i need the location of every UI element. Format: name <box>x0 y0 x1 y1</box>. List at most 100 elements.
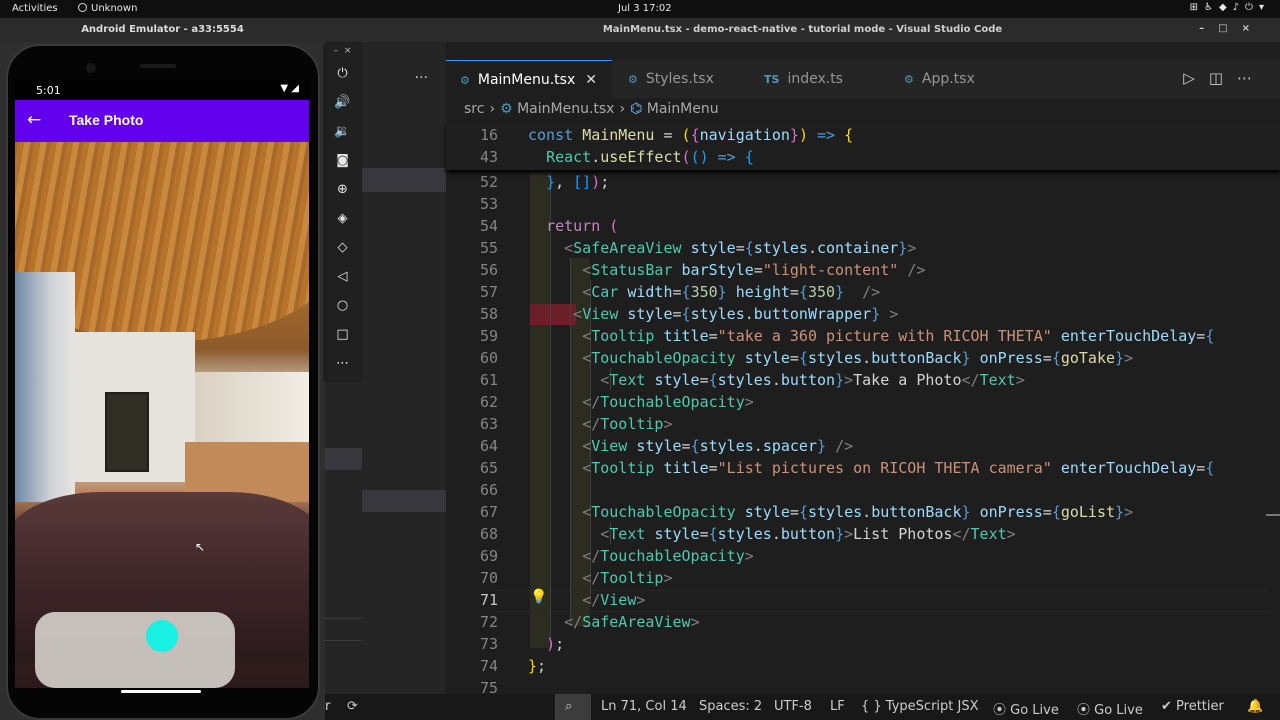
code-line: 61 <Text style={styles.button}>Take a Ph… <box>446 369 1280 391</box>
app-menu[interactable]: Unknown <box>78 3 137 14</box>
network-icon: ⊞ <box>1189 2 1204 13</box>
breadcrumb-symbol[interactable]: MainMenu <box>647 101 719 117</box>
rotate-left-icon[interactable]: ◈ <box>323 211 362 226</box>
line-number: 54 <box>479 217 498 235</box>
line-ending[interactable]: LF <box>830 699 845 714</box>
line-number: 67 <box>479 503 498 521</box>
overview-ruler[interactable] <box>1266 170 1280 694</box>
window-wall <box>15 272 75 502</box>
code-line: 54 return ( <box>446 215 1280 237</box>
overview-icon[interactable]: □ <box>323 327 362 342</box>
sidebar-selected-item[interactable] <box>362 168 446 192</box>
more-actions-icon[interactable]: ⋯ <box>1237 69 1266 87</box>
indentation[interactable]: Spaces: 2 <box>699 699 762 714</box>
volume-up-icon[interactable]: 🔊 <box>323 95 362 110</box>
line-number: 64 <box>479 437 498 455</box>
screen-title: Take Photo <box>69 112 144 128</box>
zoom-button[interactable]: ⌕ <box>555 694 591 720</box>
maximize-icon[interactable]: □ <box>1218 23 1241 34</box>
wifi-icon: ▼ <box>280 83 289 94</box>
cursor-position[interactable]: Ln 71, Col 14 <box>601 699 687 714</box>
code-line: 58 <View style={styles.buttonWrapper} > <box>446 303 1280 325</box>
split-editor-icon[interactable]: ◫ <box>1209 69 1237 87</box>
more-actions-icon[interactable]: ··· <box>415 70 428 86</box>
front-camera <box>86 63 96 73</box>
panorama-preview[interactable] <box>15 142 309 688</box>
power-icon[interactable]: ⏻ <box>323 66 362 81</box>
lightbulb-icon[interactable]: 💡 <box>530 589 547 605</box>
line-number: 70 <box>479 569 498 587</box>
dropdown-icon: ▾ <box>1258 2 1270 13</box>
tab-styles[interactable]: ⚙ Styles.tsx <box>612 60 748 98</box>
code-line: 59 <Tooltip title="take a 360 picture wi… <box>446 325 1280 347</box>
line-number: 43 <box>479 148 498 166</box>
code-editor[interactable]: 16 const MainMenu = ({navigation}) => { 4… <box>446 122 1280 697</box>
line-number: 53 <box>479 195 498 213</box>
volume-icon: ♪ <box>1232 2 1246 13</box>
tab-mainmenu[interactable]: ⚙ MainMenu.tsx ✕ <box>446 60 612 98</box>
zoom-icon: ⌕ <box>565 699 573 714</box>
camera-icon[interactable]: ◙ <box>323 153 362 168</box>
prettier-status[interactable]: ✔ Prettier <box>1161 699 1224 714</box>
emulator-window-buttons[interactable]: – × <box>323 44 362 60</box>
code-line: 43 React.useEffect(() => { <box>446 146 1280 168</box>
line-number: 72 <box>479 613 498 631</box>
code-line: 69 </TouchableOpacity> <box>446 545 1280 567</box>
activities-button[interactable]: Activities <box>12 3 58 14</box>
volume-down-icon[interactable]: 🔉 <box>323 124 362 139</box>
sync-icon[interactable]: ⟳ <box>347 699 358 714</box>
app-header: ← Take Photo <box>15 100 309 142</box>
run-icon[interactable]: ▷ <box>1183 69 1209 87</box>
phone-screen[interactable]: 5:01 ▼ ◢ ← Take Photo ↖ <box>15 80 309 688</box>
home-icon[interactable]: ○ <box>323 298 362 313</box>
clock[interactable]: Jul 3 17:02 <box>618 3 672 14</box>
minimize-icon[interactable]: – <box>1199 23 1218 34</box>
code-line: 56 <StatusBar barStyle="light-content" /… <box>446 259 1280 281</box>
sticky-scroll[interactable]: 16 const MainMenu = ({navigation}) => { 4… <box>446 122 1280 170</box>
sidebar-item[interactable] <box>325 448 362 470</box>
window-controls[interactable]: –□× <box>1199 23 1264 34</box>
divider <box>325 618 362 619</box>
line-number: 62 <box>479 393 498 411</box>
react-icon: ⚙ <box>628 73 638 86</box>
code-line: 63 </Tooltip> <box>446 413 1280 435</box>
close-icon[interactable]: × <box>1242 23 1264 34</box>
code-line: 73 ); <box>446 633 1280 655</box>
code-line: 62 </TouchableOpacity> <box>446 391 1280 413</box>
breadcrumb: src › ⚙ MainMenu.tsx › ⌬ MainMenu <box>464 101 719 117</box>
code-line: 66 <box>446 479 1280 501</box>
divider <box>325 640 362 641</box>
system-tray[interactable]: ⊞♿◆♪⏻▾ <box>1190 2 1270 13</box>
breadcrumb-folder[interactable]: src <box>464 101 484 117</box>
editor-actions[interactable]: ▷◫⋯ <box>1183 69 1266 87</box>
language-mode[interactable]: { } TypeScript JSX <box>861 699 979 714</box>
breadcrumb-file[interactable]: MainMenu.tsx <box>517 101 614 117</box>
tab-index[interactable]: TS index.ts <box>748 60 888 98</box>
go-live-button[interactable]: ⦿ Go Live <box>1077 699 1143 718</box>
line-number: 59 <box>479 327 498 345</box>
status-bar: r ⟳ ⌕ Ln 71, Col 14 Spaces: 2 UTF-8 LF {… <box>325 694 1280 720</box>
status-time: 5:01 <box>36 84 61 97</box>
minimize-icon[interactable]: – <box>334 46 339 56</box>
code-line: 60 <TouchableOpacity style={styles.butto… <box>446 347 1280 369</box>
zoom-icon[interactable]: ⊕ <box>323 182 362 197</box>
tab-label: index.ts <box>787 71 843 87</box>
sidebar-hover-item[interactable] <box>362 490 446 512</box>
rotate-right-icon[interactable]: ◇ <box>323 240 362 255</box>
rug <box>35 612 235 688</box>
line-number: 58 <box>479 305 498 323</box>
tab-app[interactable]: ⚙ App.tsx <box>888 60 1018 98</box>
more-icon[interactable]: ⋯ <box>323 356 362 371</box>
accessibility-icon: ♿ <box>1203 2 1219 13</box>
go-live-button[interactable]: ⦿ Go Live <box>993 699 1059 718</box>
explorer-sidebar: ··· <box>362 42 446 694</box>
shutter-button[interactable] <box>146 620 178 652</box>
back-arrow-icon[interactable]: ← <box>27 110 41 130</box>
gesture-nav-bar[interactable] <box>121 690 201 693</box>
close-icon[interactable]: ✕ <box>585 72 597 88</box>
notifications-icon[interactable]: 🔔 <box>1247 699 1263 714</box>
encoding[interactable]: UTF-8 <box>774 699 812 714</box>
close-icon[interactable]: × <box>344 46 352 56</box>
code-line: 68 <Text style={styles.button}>List Phot… <box>446 523 1280 545</box>
back-icon[interactable]: ◁ <box>323 269 362 284</box>
